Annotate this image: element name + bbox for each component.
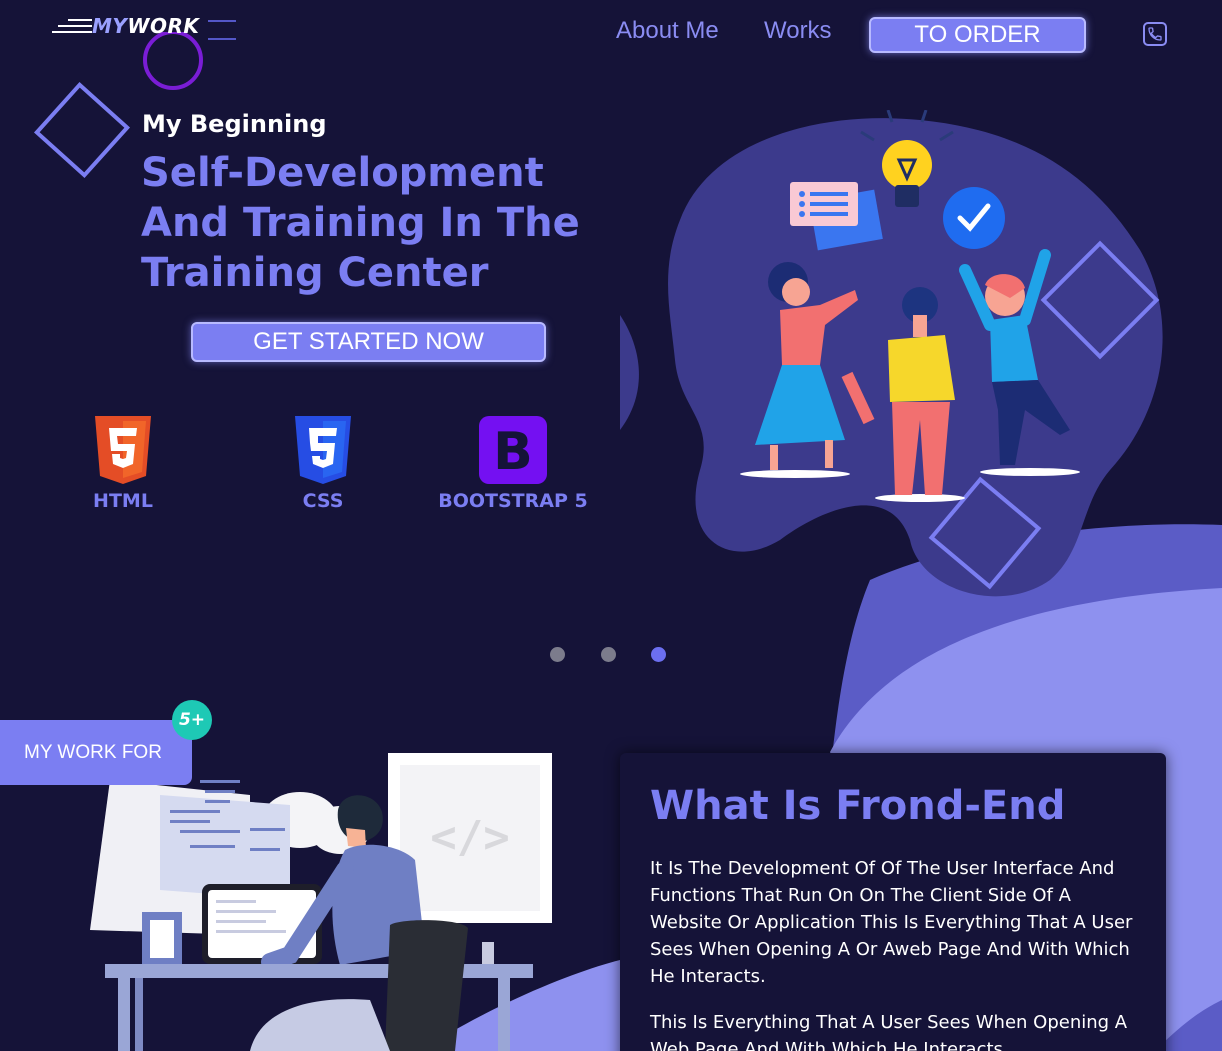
diamond-outline-decoration — [33, 81, 131, 179]
frontend-info-card: What Is Frond-End It Is The Development … — [620, 753, 1166, 1051]
hero-eyebrow: My Beginning — [142, 110, 327, 138]
logo-text-my: MY — [92, 14, 128, 38]
html5-icon — [95, 416, 151, 484]
logo-speed-lines — [50, 14, 92, 38]
menu-icon[interactable] — [208, 20, 236, 56]
tech-bootstrap: B BOOTSTRAP 5 — [437, 416, 589, 512]
card-paragraph-1: It Is The Development Of Of The User Int… — [650, 858, 1133, 987]
get-started-button[interactable]: GET STARTED NOW — [191, 322, 546, 362]
logo[interactable]: MYWORK — [50, 14, 199, 38]
tech-html: HTML — [93, 416, 153, 512]
tech-label-bootstrap: BOOTSTRAP 5 — [438, 490, 588, 512]
tech-label-html: HTML — [93, 490, 153, 512]
logo-text-work: WORK — [127, 14, 200, 38]
card-paragraph-2: This Is Everything That A User Sees When… — [650, 1012, 1128, 1051]
team-celebrating-illustration — [620, 110, 1163, 597]
svg-text:</>: </> — [430, 812, 509, 863]
carousel-dot-3[interactable] — [651, 647, 666, 662]
nav-about-me[interactable]: About Me — [616, 17, 719, 45]
circle-outline-decoration — [143, 32, 203, 90]
experience-badge: 5+ — [172, 700, 212, 740]
my-work-for-label: MY WORK FOR — [24, 741, 162, 763]
developer-at-desk-illustration: </> — [90, 753, 552, 1051]
carousel-dot-1[interactable] — [550, 647, 565, 662]
card-title: What Is Frond-End — [650, 783, 1066, 829]
phone-icon[interactable] — [1143, 22, 1167, 46]
nav-works[interactable]: Works — [764, 17, 832, 45]
my-work-for-tab[interactable]: MY WORK FOR — [0, 720, 192, 785]
tech-label-css: CSS — [302, 490, 344, 512]
to-order-button[interactable]: TO ORDER — [869, 17, 1086, 53]
carousel-dot-2[interactable] — [601, 647, 616, 662]
logo-text: MYWORK — [92, 14, 199, 38]
hero-title: Self-Development And Training In The Tra… — [141, 150, 580, 296]
bootstrap-icon: B — [479, 416, 547, 484]
tech-css: CSS — [293, 416, 353, 512]
css3-icon — [295, 416, 351, 484]
svg-text:B: B — [493, 422, 533, 482]
